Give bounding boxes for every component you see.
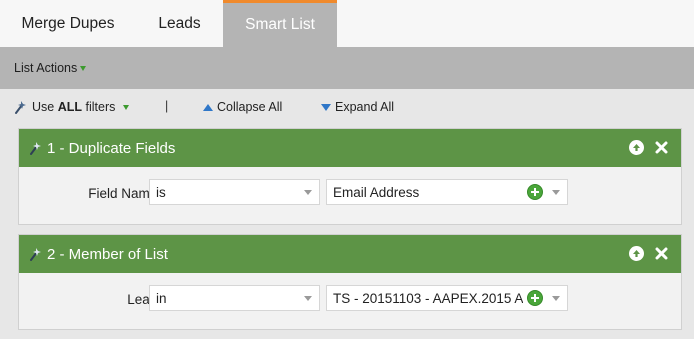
tab-leads[interactable]: Leads [136, 0, 223, 47]
operator-value: in [156, 291, 167, 306]
use-filters-text: Use ALL filters [32, 100, 116, 114]
filter-card: 1 - Duplicate Fields Field Name: is Emai… [18, 128, 682, 225]
tab-bar: Merge Dupes Leads Smart List [0, 0, 694, 47]
magic-wand-icon [30, 248, 41, 261]
filter-toolbar: Use ALL filters | Collapse All Expand Al… [0, 89, 694, 127]
list-actions-label: List Actions [14, 61, 78, 75]
list-select[interactable]: TS - 20151103 - AAPEX.2015 A [326, 285, 568, 311]
close-icon[interactable] [654, 140, 669, 155]
filter-row: Lead: in TS - 20151103 - AAPEX.2015 A [19, 285, 681, 315]
chevron-down-icon [552, 296, 560, 301]
filter-title: 2 - Member of List [47, 245, 168, 263]
value-select[interactable]: Email Address [326, 179, 568, 205]
filter-title: 1 - Duplicate Fields [47, 139, 176, 157]
use-all-filters-menu[interactable]: Use ALL filters [14, 100, 130, 114]
chevron-down-icon [552, 190, 560, 195]
filter-row: Field Name: is Email Address [19, 179, 681, 209]
operator-select[interactable]: is [149, 179, 320, 205]
operator-value: is [156, 185, 166, 200]
value-text: TS - 20151103 - AAPEX.2015 A [333, 291, 523, 306]
tab-smart-list[interactable]: Smart List [223, 0, 337, 47]
add-icon[interactable] [527, 184, 543, 200]
move-up-icon[interactable] [629, 140, 644, 155]
collapse-all-label: Collapse All [217, 100, 283, 114]
triangle-down-icon [321, 103, 331, 111]
magic-wand-icon [15, 101, 26, 114]
expand-all-label: Expand All [335, 100, 395, 114]
filter-header[interactable]: 2 - Member of List [19, 235, 681, 273]
close-icon[interactable] [654, 246, 669, 261]
caret-down-green-icon [123, 104, 130, 110]
tab-merge-dupes[interactable]: Merge Dupes [0, 0, 136, 47]
filter-card: 2 - Member of List Lead: in TS - 2015110… [18, 234, 682, 330]
triangle-up-icon [203, 103, 213, 111]
value-text: Email Address [333, 185, 420, 200]
list-actions-bar: List Actions [0, 47, 694, 89]
chevron-down-icon [304, 190, 312, 195]
add-icon[interactable] [527, 290, 543, 306]
collapse-all-button[interactable]: Collapse All [203, 100, 282, 114]
expand-all-button[interactable]: Expand All [321, 100, 394, 114]
caret-down-green-icon [80, 65, 87, 71]
filter-header[interactable]: 1 - Duplicate Fields [19, 129, 681, 167]
chevron-down-icon [304, 296, 312, 301]
list-actions-menu[interactable]: List Actions [14, 61, 87, 75]
operator-select[interactable]: in [149, 285, 320, 311]
move-up-icon[interactable] [629, 246, 644, 261]
magic-wand-icon [30, 142, 41, 155]
toolbar-separator: | [165, 99, 169, 113]
